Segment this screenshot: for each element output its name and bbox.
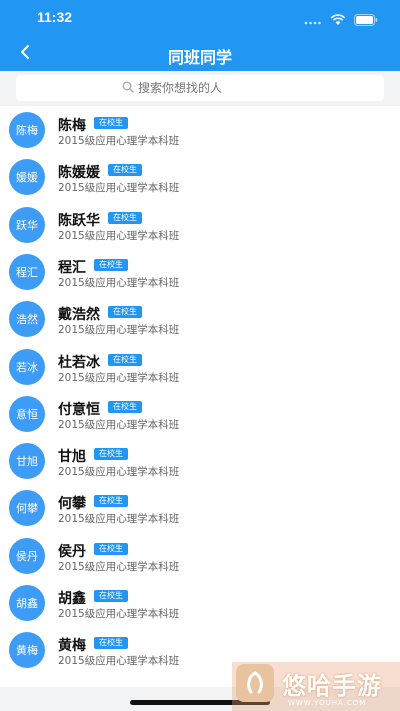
search-icon [122,81,134,96]
avatar: 跃华 [9,206,45,243]
class-name: 2015级应用心理学本科班 [58,513,180,526]
status-time: 11:32 [37,9,73,25]
class-name: 2015级应用心理学本科班 [58,182,180,195]
student-name: 甘旭 [58,449,86,466]
search-box[interactable] [16,75,384,101]
avatar: 意恒 [9,395,45,432]
status-badge: 在校生 [94,542,128,555]
class-name: 2015级应用心理学本科班 [58,135,180,147]
list-item[interactable]: 侯丹 侯丹 在校生 2015级应用心理学本科班 [0,532,400,579]
wifi-icon [330,11,346,30]
avatar: 何攀 [9,490,45,527]
status-badge: 在校生 [94,590,128,602]
status-badge: 在校生 [108,400,142,413]
student-name: 杜若冰 [58,354,100,371]
class-name: 2015级应用心理学本科班 [58,371,180,384]
list-item[interactable]: 何攀 何攀 在校生 2015级应用心理学本科班 [0,484,400,531]
class-name: 2015级应用心理学本科班 [58,229,180,242]
list-item[interactable]: 若冰 杜若冰 在校生 2015级应用心理学本科班 [0,343,400,390]
student-name: 程汇 [58,259,86,276]
avatar: 侯丹 [9,537,45,574]
avatar: 浩然 [9,301,45,338]
class-name: 2015级应用心理学本科班 [58,418,180,431]
avatar: 甘旭 [9,443,45,480]
status-icons [304,11,378,30]
class-name: 2015级应用心理学本科班 [58,276,180,289]
status-badge: 在校生 [108,306,142,319]
list-item[interactable]: 陈梅 陈梅 在校生 2015级应用心理学本科班 [0,106,400,153]
class-name: 2015级应用心理学本科班 [58,324,180,337]
student-name: 陈跃华 [58,212,100,229]
list-item[interactable]: 甘旭 甘旭 在校生 2015级应用心理学本科班 [0,437,400,484]
avatar: 胡鑫 [9,585,45,621]
class-name: 2015级应用心理学本科班 [58,466,180,479]
student-name: 侯丹 [58,543,86,560]
nav-header: 11:32 同班同学 [0,0,400,71]
class-name: 2015级应用心理学本科班 [58,560,180,573]
status-badge: 在校生 [108,164,142,177]
status-badge: 在校生 [94,495,128,508]
list-item[interactable]: 胡鑫 胡鑫 在校生 2015级应用心理学本科班 [0,579,400,626]
list-item[interactable]: 浩然 戴浩然 在校生 2015级应用心理学本科班 [0,295,400,342]
student-name: 胡鑫 [58,591,86,607]
page-title: 同班同学 [167,48,232,67]
avatar: 黄梅 [9,632,45,669]
list-item[interactable]: 程汇 程汇 在校生 2015级应用心理学本科班 [0,248,400,295]
battery-icon [354,11,378,30]
status-badge: 在校生 [108,211,142,224]
watermark-url: WWW.YOUHA.COM [288,699,367,707]
signal-dots-icon [304,11,322,30]
student-name: 黄梅 [58,638,86,655]
watermark-logo-icon [236,664,274,702]
status-badge: 在校生 [108,353,142,366]
student-name: 陈梅 [58,118,86,134]
status-badge: 在校生 [94,117,128,129]
class-name: 2015级应用心理学本科班 [58,608,180,620]
status-badge: 在校生 [94,258,128,271]
avatar: 陈梅 [9,112,45,148]
student-name: 付意恒 [58,401,100,418]
list-item[interactable]: 媛媛 陈媛媛 在校生 2015级应用心理学本科班 [0,153,400,200]
classmate-list: 陈梅 陈梅 在校生 2015级应用心理学本科班 媛媛 陈媛媛 在校生 2015级应用心理学本科… [0,106,400,687]
status-badge: 在校生 [94,448,128,461]
list-item[interactable]: 意恒 付意恒 在校生 2015级应用心理学本科班 [0,390,400,437]
student-name: 陈媛媛 [58,165,100,182]
student-name: 戴浩然 [58,307,100,324]
watermark-text: 悠哈手游 [282,672,382,700]
list-item[interactable]: 跃华 陈跃华 在校生 2015级应用心理学本科班 [0,201,400,248]
avatar: 程汇 [9,253,45,290]
search-bar [0,71,400,106]
class-name: 2015级应用心理学本科班 [58,655,180,668]
avatar: 媛媛 [9,159,45,196]
status-badge: 在校生 [94,637,128,650]
search-input[interactable] [134,81,278,95]
student-name: 何攀 [58,496,86,513]
avatar: 若冰 [9,348,45,385]
